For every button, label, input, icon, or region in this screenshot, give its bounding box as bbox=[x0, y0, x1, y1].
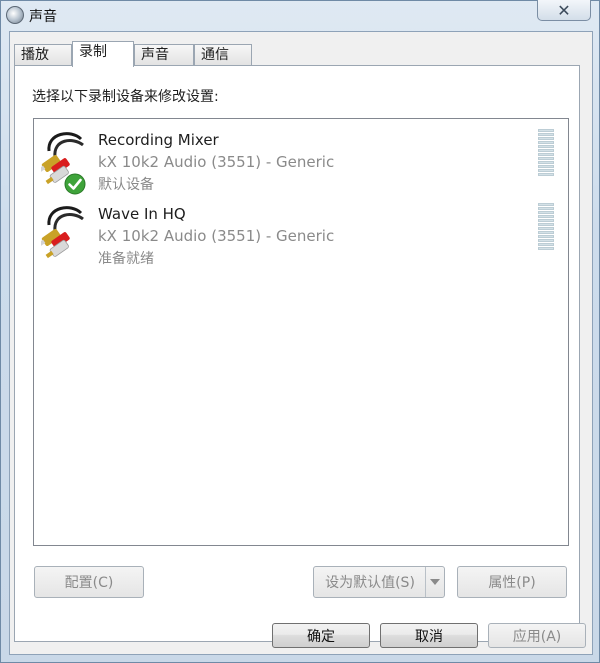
set-default-button[interactable]: 设为默认值(S) bbox=[313, 566, 445, 598]
ok-button[interactable]: 确定 bbox=[272, 623, 370, 648]
device-status: 默认设备 bbox=[98, 177, 154, 193]
device-name: Wave In HQ bbox=[98, 205, 186, 223]
default-check-icon bbox=[64, 173, 86, 195]
rca-cable-icon bbox=[41, 206, 84, 259]
device-driver: kX 10k2 Audio (3551) - Generic bbox=[98, 227, 335, 245]
device-item-wave-in-hq[interactable]: Wave In HQ kX 10k2 Audio (3551) - Generi… bbox=[34, 197, 568, 267]
recording-panel: 选择以下录制设备来修改设置: Recording Mixer kX 10k2 A… bbox=[14, 65, 580, 642]
cancel-button[interactable]: 取消 bbox=[380, 623, 478, 648]
tab-recording[interactable]: 录制 bbox=[72, 41, 134, 67]
device-status: 准备就绪 bbox=[98, 251, 154, 267]
close-icon: ✕ bbox=[557, 0, 571, 20]
set-default-dropdown[interactable] bbox=[425, 567, 444, 597]
window-title: 声音 bbox=[29, 9, 57, 25]
tab-communications[interactable]: 通信 bbox=[194, 44, 252, 65]
configure-button[interactable]: 配置(C) bbox=[34, 566, 144, 598]
chevron-down-icon bbox=[430, 579, 440, 585]
close-button[interactable]: ✕ bbox=[537, 0, 591, 21]
dialog-client: 播放 录制 声音 通信 选择以下录制设备来修改设置: Recording Mix… bbox=[9, 31, 593, 655]
device-item-recording-mixer[interactable]: Recording Mixer kX 10k2 Audio (3551) - G… bbox=[34, 123, 568, 195]
device-list[interactable]: Recording Mixer kX 10k2 Audio (3551) - G… bbox=[33, 118, 569, 546]
set-default-label: 设为默认值(S) bbox=[325, 575, 415, 591]
tab-sounds[interactable]: 声音 bbox=[134, 44, 194, 65]
tab-playback[interactable]: 播放 bbox=[14, 44, 72, 65]
title-bar[interactable]: 声音 ✕ bbox=[1, 0, 599, 31]
instruction-text: 选择以下录制设备来修改设置: bbox=[32, 89, 219, 105]
device-driver: kX 10k2 Audio (3551) - Generic bbox=[98, 153, 335, 171]
sound-dialog: 声音 ✕ 播放 录制 声音 通信 选择以下录制设备来修改设置: Recordin… bbox=[0, 0, 600, 663]
device-name: Recording Mixer bbox=[98, 131, 219, 149]
speaker-icon bbox=[6, 6, 24, 24]
level-meter bbox=[538, 129, 554, 179]
apply-button[interactable]: 应用(A) bbox=[488, 623, 586, 648]
properties-button[interactable]: 属性(P) bbox=[457, 566, 567, 598]
level-meter bbox=[538, 203, 554, 253]
